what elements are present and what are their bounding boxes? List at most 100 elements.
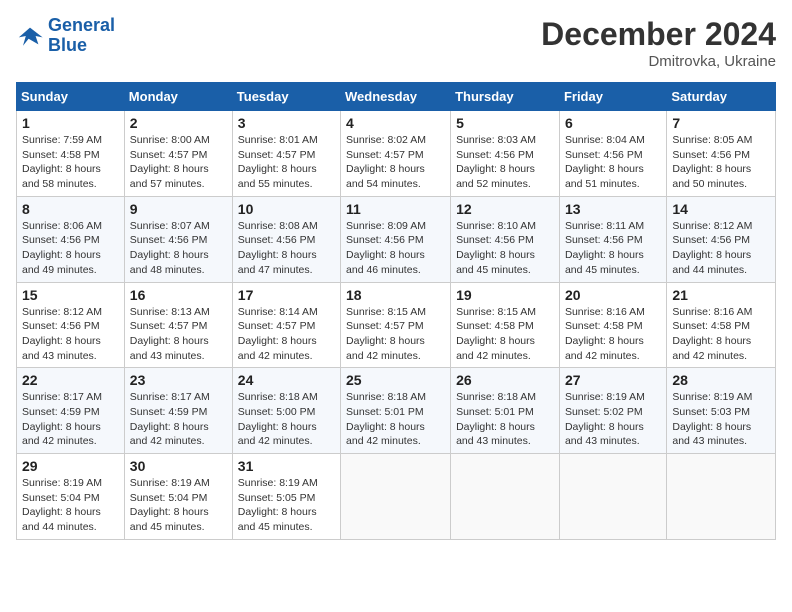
table-row: 13 Sunrise: 8:11 AM Sunset: 4:56 PM Dayl…	[559, 196, 666, 282]
col-tuesday: Tuesday	[232, 83, 340, 111]
day-info: Sunrise: 8:19 AM Sunset: 5:02 PM Dayligh…	[565, 390, 661, 449]
day-number: 14	[672, 201, 770, 217]
table-row: 27 Sunrise: 8:19 AM Sunset: 5:02 PM Dayl…	[559, 368, 666, 454]
day-number: 19	[456, 287, 554, 303]
day-info: Sunrise: 8:07 AM Sunset: 4:56 PM Dayligh…	[130, 219, 227, 278]
day-info: Sunrise: 8:19 AM Sunset: 5:04 PM Dayligh…	[22, 476, 119, 535]
day-number: 24	[238, 372, 335, 388]
day-number: 25	[346, 372, 445, 388]
table-row	[667, 454, 776, 540]
day-info: Sunrise: 8:15 AM Sunset: 4:57 PM Dayligh…	[346, 305, 445, 364]
day-info: Sunrise: 8:12 AM Sunset: 4:56 PM Dayligh…	[22, 305, 119, 364]
calendar-week-row: 15 Sunrise: 8:12 AM Sunset: 4:56 PM Dayl…	[17, 282, 776, 368]
table-row: 30 Sunrise: 8:19 AM Sunset: 5:04 PM Dayl…	[124, 454, 232, 540]
day-number: 9	[130, 201, 227, 217]
table-row: 31 Sunrise: 8:19 AM Sunset: 5:05 PM Dayl…	[232, 454, 340, 540]
day-number: 27	[565, 372, 661, 388]
table-row: 25 Sunrise: 8:18 AM Sunset: 5:01 PM Dayl…	[341, 368, 451, 454]
day-number: 23	[130, 372, 227, 388]
day-info: Sunrise: 8:16 AM Sunset: 4:58 PM Dayligh…	[672, 305, 770, 364]
day-info: Sunrise: 8:16 AM Sunset: 4:58 PM Dayligh…	[565, 305, 661, 364]
day-number: 3	[238, 115, 335, 131]
col-wednesday: Wednesday	[341, 83, 451, 111]
day-number: 13	[565, 201, 661, 217]
table-row: 22 Sunrise: 8:17 AM Sunset: 4:59 PM Dayl…	[17, 368, 125, 454]
table-row: 14 Sunrise: 8:12 AM Sunset: 4:56 PM Dayl…	[667, 196, 776, 282]
day-number: 21	[672, 287, 770, 303]
day-info: Sunrise: 8:06 AM Sunset: 4:56 PM Dayligh…	[22, 219, 119, 278]
day-info: Sunrise: 8:19 AM Sunset: 5:05 PM Dayligh…	[238, 476, 335, 535]
day-info: Sunrise: 8:15 AM Sunset: 4:58 PM Dayligh…	[456, 305, 554, 364]
table-row: 19 Sunrise: 8:15 AM Sunset: 4:58 PM Dayl…	[451, 282, 560, 368]
day-info: Sunrise: 8:04 AM Sunset: 4:56 PM Dayligh…	[565, 133, 661, 192]
day-number: 26	[456, 372, 554, 388]
day-info: Sunrise: 7:59 AM Sunset: 4:58 PM Dayligh…	[22, 133, 119, 192]
table-row: 16 Sunrise: 8:13 AM Sunset: 4:57 PM Dayl…	[124, 282, 232, 368]
calendar-week-row: 8 Sunrise: 8:06 AM Sunset: 4:56 PM Dayli…	[17, 196, 776, 282]
col-saturday: Saturday	[667, 83, 776, 111]
calendar-table: Sunday Monday Tuesday Wednesday Thursday…	[16, 82, 776, 540]
table-row: 10 Sunrise: 8:08 AM Sunset: 4:56 PM Dayl…	[232, 196, 340, 282]
calendar-week-row: 29 Sunrise: 8:19 AM Sunset: 5:04 PM Dayl…	[17, 454, 776, 540]
table-row: 29 Sunrise: 8:19 AM Sunset: 5:04 PM Dayl…	[17, 454, 125, 540]
logo: GeneralBlue	[16, 16, 115, 56]
table-row: 15 Sunrise: 8:12 AM Sunset: 4:56 PM Dayl…	[17, 282, 125, 368]
table-row: 23 Sunrise: 8:17 AM Sunset: 4:59 PM Dayl…	[124, 368, 232, 454]
table-row: 12 Sunrise: 8:10 AM Sunset: 4:56 PM Dayl…	[451, 196, 560, 282]
day-info: Sunrise: 8:01 AM Sunset: 4:57 PM Dayligh…	[238, 133, 335, 192]
day-number: 17	[238, 287, 335, 303]
day-info: Sunrise: 8:13 AM Sunset: 4:57 PM Dayligh…	[130, 305, 227, 364]
day-info: Sunrise: 8:00 AM Sunset: 4:57 PM Dayligh…	[130, 133, 227, 192]
day-info: Sunrise: 8:03 AM Sunset: 4:56 PM Dayligh…	[456, 133, 554, 192]
day-number: 2	[130, 115, 227, 131]
table-row: 8 Sunrise: 8:06 AM Sunset: 4:56 PM Dayli…	[17, 196, 125, 282]
day-number: 20	[565, 287, 661, 303]
table-row	[341, 454, 451, 540]
table-row	[559, 454, 666, 540]
day-number: 15	[22, 287, 119, 303]
day-info: Sunrise: 8:08 AM Sunset: 4:56 PM Dayligh…	[238, 219, 335, 278]
calendar-week-row: 22 Sunrise: 8:17 AM Sunset: 4:59 PM Dayl…	[17, 368, 776, 454]
day-number: 18	[346, 287, 445, 303]
table-row: 24 Sunrise: 8:18 AM Sunset: 5:00 PM Dayl…	[232, 368, 340, 454]
table-row: 28 Sunrise: 8:19 AM Sunset: 5:03 PM Dayl…	[667, 368, 776, 454]
location-subtitle: Dmitrovka, Ukraine	[541, 53, 776, 70]
day-info: Sunrise: 8:10 AM Sunset: 4:56 PM Dayligh…	[456, 219, 554, 278]
day-info: Sunrise: 8:11 AM Sunset: 4:56 PM Dayligh…	[565, 219, 661, 278]
day-number: 22	[22, 372, 119, 388]
day-info: Sunrise: 8:19 AM Sunset: 5:04 PM Dayligh…	[130, 476, 227, 535]
day-number: 7	[672, 115, 770, 131]
day-info: Sunrise: 8:18 AM Sunset: 5:01 PM Dayligh…	[346, 390, 445, 449]
day-number: 11	[346, 201, 445, 217]
day-info: Sunrise: 8:17 AM Sunset: 4:59 PM Dayligh…	[130, 390, 227, 449]
day-number: 4	[346, 115, 445, 131]
day-number: 1	[22, 115, 119, 131]
day-info: Sunrise: 8:02 AM Sunset: 4:57 PM Dayligh…	[346, 133, 445, 192]
table-row: 7 Sunrise: 8:05 AM Sunset: 4:56 PM Dayli…	[667, 111, 776, 197]
day-info: Sunrise: 8:18 AM Sunset: 5:01 PM Dayligh…	[456, 390, 554, 449]
day-info: Sunrise: 8:09 AM Sunset: 4:56 PM Dayligh…	[346, 219, 445, 278]
table-row: 3 Sunrise: 8:01 AM Sunset: 4:57 PM Dayli…	[232, 111, 340, 197]
day-number: 29	[22, 458, 119, 474]
day-number: 8	[22, 201, 119, 217]
day-number: 6	[565, 115, 661, 131]
title-block: December 2024 Dmitrovka, Ukraine	[541, 16, 776, 70]
col-sunday: Sunday	[17, 83, 125, 111]
day-info: Sunrise: 8:17 AM Sunset: 4:59 PM Dayligh…	[22, 390, 119, 449]
table-row: 5 Sunrise: 8:03 AM Sunset: 4:56 PM Dayli…	[451, 111, 560, 197]
logo-text: GeneralBlue	[48, 16, 115, 56]
col-thursday: Thursday	[451, 83, 560, 111]
table-row: 26 Sunrise: 8:18 AM Sunset: 5:01 PM Dayl…	[451, 368, 560, 454]
day-info: Sunrise: 8:19 AM Sunset: 5:03 PM Dayligh…	[672, 390, 770, 449]
page-header: GeneralBlue December 2024 Dmitrovka, Ukr…	[16, 16, 776, 70]
day-info: Sunrise: 8:12 AM Sunset: 4:56 PM Dayligh…	[672, 219, 770, 278]
day-number: 30	[130, 458, 227, 474]
table-row: 17 Sunrise: 8:14 AM Sunset: 4:57 PM Dayl…	[232, 282, 340, 368]
day-number: 16	[130, 287, 227, 303]
table-row: 4 Sunrise: 8:02 AM Sunset: 4:57 PM Dayli…	[341, 111, 451, 197]
calendar-week-row: 1 Sunrise: 7:59 AM Sunset: 4:58 PM Dayli…	[17, 111, 776, 197]
day-number: 10	[238, 201, 335, 217]
table-row	[451, 454, 560, 540]
day-number: 31	[238, 458, 335, 474]
table-row: 11 Sunrise: 8:09 AM Sunset: 4:56 PM Dayl…	[341, 196, 451, 282]
